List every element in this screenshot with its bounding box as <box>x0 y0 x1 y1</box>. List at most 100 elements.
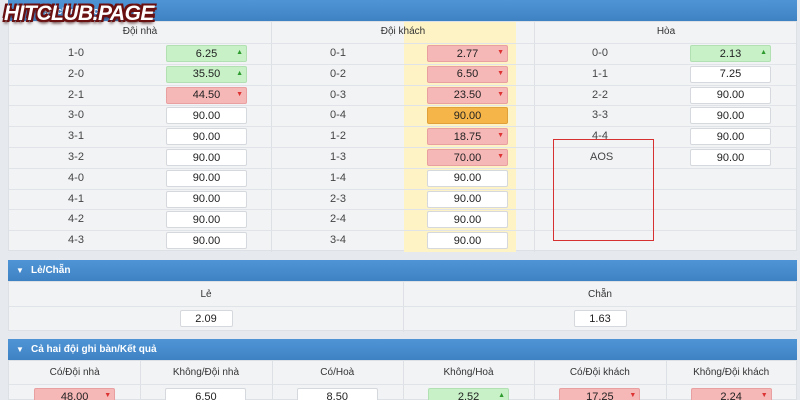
home-odd-button[interactable]: 90.00 <box>166 107 247 125</box>
table-row <box>9 167 796 189</box>
btts-odd-button[interactable]: 17.25 ▼ <box>559 388 641 400</box>
btts-odd-button[interactable]: 2.52 ▲ <box>428 388 510 400</box>
odd-value: 90.00 <box>192 213 221 226</box>
draw-odd-button[interactable]: 7.25 <box>690 65 771 83</box>
score-label: 3-2 <box>68 151 84 163</box>
home-odd-button[interactable]: 90.00 <box>166 190 247 208</box>
arrow-down-icon: ▼ <box>497 132 504 140</box>
away-odd-button[interactable]: 90.00 <box>427 211 508 229</box>
aos-highlight-box <box>553 139 654 241</box>
home-odd-button[interactable]: 90.00 <box>166 211 247 229</box>
odd-value: 23.50 <box>453 89 482 102</box>
arrow-up-icon: ▲ <box>760 49 767 56</box>
away-odd-button[interactable]: 6.50 ▼ <box>427 65 508 83</box>
odd-value: 2.52 <box>457 390 480 400</box>
column-header: Không/Hoà <box>443 367 494 378</box>
score-label: 3-3 <box>592 109 608 122</box>
draw-odd-button[interactable]: 2.13 ▲ <box>690 45 771 62</box>
away-odd-button[interactable]: 90.00 <box>427 169 508 187</box>
odd-value: 90.00 <box>192 193 221 206</box>
score-label: 1-3 <box>330 151 346 163</box>
away-odd-button[interactable]: 90.00 <box>427 232 508 250</box>
draw-odd-button[interactable]: 90.00 <box>690 86 771 104</box>
odd-value: 48.00 <box>60 390 89 400</box>
arrow-up-icon: ▲ <box>498 392 506 399</box>
odd-value: 18.75 <box>453 130 482 143</box>
home-odd-button[interactable]: 35.50 ▲ <box>166 65 247 83</box>
arrow-up-icon: ▲ <box>236 69 243 77</box>
home-odd-button[interactable]: 90.00 <box>166 169 247 187</box>
btts-panel: Có/Đội nhà 48.00 ▼ Không/Đội nhà 6.50 Có/Hoà 8… <box>8 360 797 400</box>
home-odd-button[interactable]: 90.00 <box>166 149 247 166</box>
row-divider <box>9 306 796 307</box>
score-label: 1-1 <box>592 67 608 80</box>
odd-value: 6.50 <box>195 390 217 400</box>
odd-value: 90.00 <box>716 89 745 102</box>
column-header: Chẵn <box>588 289 612 300</box>
odd-even-header[interactable]: ▼ Lẻ/Chẵn <box>8 260 797 281</box>
table-row <box>9 43 796 64</box>
site-logo: HITCLUB.PAGE <box>4 2 154 25</box>
away-odd-button[interactable]: 18.75 ▼ <box>427 128 508 146</box>
odd-even-odd-button[interactable]: 1.63 <box>573 310 627 327</box>
arrow-down-icon: ▼ <box>497 49 504 56</box>
draw-odd-button[interactable]: 90.00 <box>690 149 771 166</box>
column-header: Có/Đội nhà <box>49 367 100 378</box>
arrow-down-icon: ▼ <box>497 153 504 160</box>
odd-value: 2.77 <box>456 47 479 60</box>
odd-value: 90.00 <box>716 130 745 143</box>
table-row <box>9 84 796 106</box>
table-row <box>9 126 796 147</box>
row-divider <box>9 384 796 385</box>
score-label: 2-3 <box>330 192 346 205</box>
score-label: 0-0 <box>592 47 608 59</box>
column-header: Lẻ <box>200 289 212 300</box>
draw-odd-button[interactable]: 90.00 <box>690 128 771 146</box>
home-odd-button[interactable]: 44.50 ▼ <box>166 86 247 104</box>
chevron-down-icon[interactable]: ▼ <box>14 344 26 356</box>
column-header: Không/Đội nhà <box>172 367 240 378</box>
odd-value: 90.00 <box>453 234 482 247</box>
column-header: Không/Đội khách <box>693 367 770 378</box>
draw-odd-button[interactable]: 90.00 <box>690 107 771 125</box>
arrow-down-icon: ▼ <box>629 392 637 399</box>
score-label: 4-1 <box>68 192 84 205</box>
arrow-down-icon: ▼ <box>497 69 504 77</box>
home-odd-button[interactable]: 90.00 <box>166 128 247 146</box>
btts-odd-button[interactable]: 6.50 <box>165 388 247 400</box>
odd-value: 90.00 <box>453 213 482 226</box>
away-odd-button[interactable]: 70.00 ▼ <box>427 149 508 166</box>
home-odd-button[interactable]: 6.25 ▲ <box>166 45 247 62</box>
score-label: 1-0 <box>68 47 84 59</box>
odd-even-odd-button[interactable]: 2.09 <box>179 310 233 327</box>
odd-value: 44.50 <box>192 89 221 102</box>
odd-value: 1.63 <box>589 312 611 325</box>
chevron-down-icon[interactable]: ▼ <box>14 265 26 277</box>
away-odd-button[interactable]: 90.00 <box>427 107 508 125</box>
away-odd-button[interactable]: 23.50 ▼ <box>427 86 508 104</box>
odd-value: 2.24 <box>720 390 742 400</box>
odd-value: 17.25 <box>586 390 614 400</box>
table-row <box>9 188 796 210</box>
odd-value: 7.25 <box>719 68 742 81</box>
btts-odd-button[interactable]: 48.00 ▼ <box>34 388 116 400</box>
odd-value: 90.00 <box>192 109 221 122</box>
home-odd-button[interactable]: 90.00 <box>166 232 247 250</box>
odd-value: 90.00 <box>453 172 482 185</box>
btts-odd-button[interactable]: 2.24 ▼ <box>690 388 772 400</box>
score-label: 1-2 <box>330 130 346 143</box>
score-label: 0-1 <box>330 47 346 59</box>
btts-odd-button[interactable]: 8.50 <box>296 388 378 400</box>
score-label: 2-4 <box>330 213 346 226</box>
betting-page: HITCLUB.PAGE ▼ Tỷ số chính xác Đội nhà Độ… <box>0 0 800 400</box>
score-label: 0-4 <box>330 109 346 122</box>
arrow-down-icon: ▼ <box>760 392 768 399</box>
away-odd-button[interactable]: 90.00 <box>427 190 508 208</box>
column-header: Đội khách <box>380 26 426 37</box>
away-odd-button[interactable]: 2.77 ▼ <box>427 45 508 62</box>
score-label: 0-2 <box>330 67 346 80</box>
btts-header[interactable]: ▼ Cả hai đội ghi bàn/Kết quả <box>8 339 797 360</box>
score-label: 0-3 <box>330 88 346 101</box>
odd-value: 90.00 <box>453 109 482 122</box>
odd-value: 90.00 <box>192 234 221 247</box>
